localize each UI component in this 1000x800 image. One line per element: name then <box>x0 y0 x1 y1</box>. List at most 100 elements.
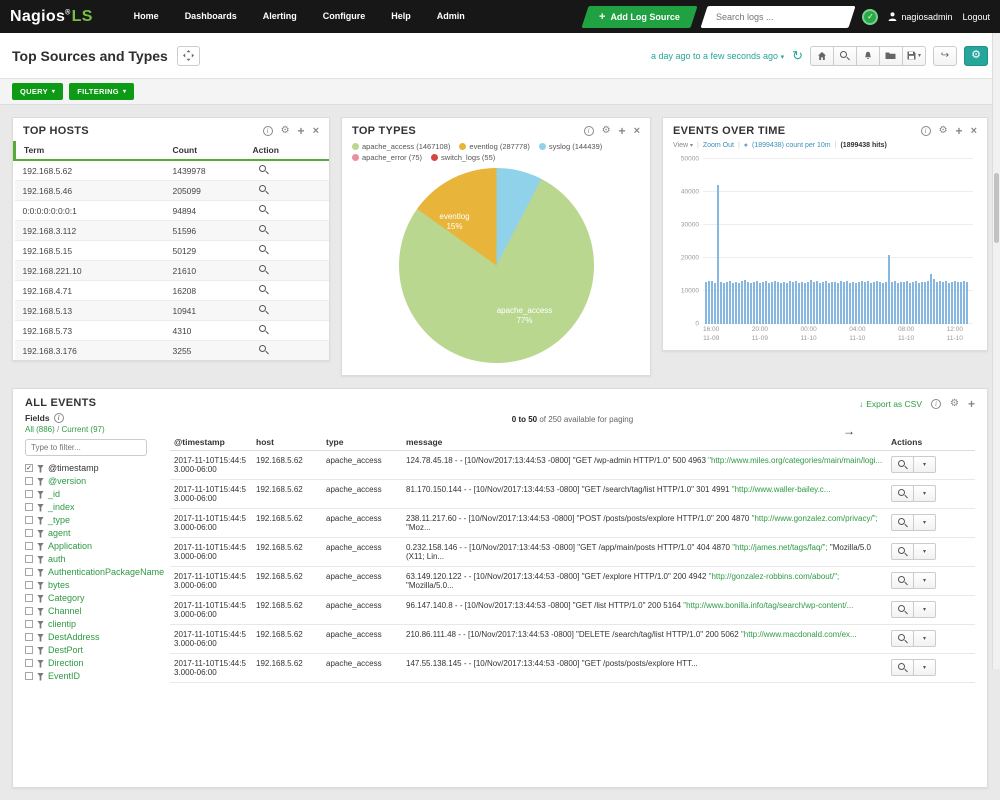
field-item[interactable]: _index <box>25 502 170 514</box>
row-search-button[interactable] <box>891 485 914 502</box>
row-search-button[interactable] <box>891 659 914 676</box>
field-item[interactable]: bytes <box>25 580 170 592</box>
column-header[interactable]: Term <box>15 141 165 160</box>
search-logs-input[interactable] <box>714 11 834 23</box>
field-checkbox[interactable] <box>25 529 33 537</box>
field-checkbox[interactable] <box>25 568 33 576</box>
row-search-button[interactable] <box>891 572 914 589</box>
field-checkbox[interactable] <box>25 555 33 563</box>
filter-funnel-icon[interactable] <box>37 530 44 538</box>
field-item[interactable]: EventID <box>25 671 170 683</box>
info-icon[interactable]: i <box>263 126 273 136</box>
gear-icon[interactable]: ⚙ <box>950 399 959 409</box>
column-header[interactable]: type <box>322 434 402 451</box>
add-panel-icon[interactable]: + <box>619 125 626 137</box>
filter-funnel-icon[interactable] <box>37 621 44 629</box>
fields-info-icon[interactable]: i <box>54 413 64 423</box>
all-fields-link[interactable]: All (886) <box>25 425 55 434</box>
filter-funnel-icon[interactable] <box>37 673 44 681</box>
filter-funnel-icon[interactable] <box>37 465 44 473</box>
filter-funnel-icon[interactable] <box>37 556 44 564</box>
field-item[interactable]: Channel <box>25 606 170 618</box>
search-term-icon[interactable] <box>259 345 269 355</box>
search-term-icon[interactable] <box>259 185 269 195</box>
save-dashboard-button[interactable]: ▾ <box>902 46 926 66</box>
add-log-source-button[interactable]: +Add Log Source <box>582 6 698 28</box>
legend-item[interactable]: syslog (144439) <box>539 142 602 151</box>
field-item[interactable]: _id <box>25 489 170 501</box>
time-chart-plot[interactable]: 01000020000300004000050000 <box>703 159 973 324</box>
message-link[interactable]: "http://www.waller-bailey.c... <box>732 485 831 494</box>
filter-funnel-icon[interactable] <box>37 491 44 499</box>
field-checkbox[interactable] <box>25 581 33 589</box>
column-header[interactable]: Count <box>165 141 245 160</box>
message-link[interactable]: "http://www.gonzalez.com/privacy/"; <box>752 514 878 523</box>
nagios-logo[interactable]: Nagios®LS <box>10 8 93 26</box>
field-item[interactable]: Application <box>25 541 170 553</box>
add-panel-icon[interactable]: + <box>968 398 975 410</box>
message-link[interactable]: "http://www.macdonald.com/ex... <box>741 630 857 639</box>
search-term-icon[interactable] <box>259 285 269 295</box>
field-item[interactable]: ✓@timestamp <box>25 463 170 475</box>
field-checkbox[interactable]: ✓ <box>25 464 33 472</box>
filtering-button[interactable]: FILTERING ▾ <box>69 83 134 100</box>
field-checkbox[interactable] <box>25 659 33 667</box>
add-panel-icon[interactable]: + <box>298 125 305 137</box>
column-header[interactable]: @timestamp <box>170 434 252 451</box>
field-checkbox[interactable] <box>25 594 33 602</box>
gear-icon[interactable]: ⚙ <box>602 126 611 136</box>
filter-funnel-icon[interactable] <box>37 517 44 525</box>
next-page-button[interactable]: → <box>843 425 855 437</box>
filter-funnel-icon[interactable] <box>37 634 44 642</box>
field-item[interactable]: DestPort <box>25 645 170 657</box>
nav-item-admin[interactable]: Admin <box>424 0 478 33</box>
field-item[interactable]: Category <box>25 593 170 605</box>
message-link[interactable]: "http://www.miles.org/categories/main/ma… <box>708 456 882 465</box>
field-checkbox[interactable] <box>25 646 33 654</box>
search-term-icon[interactable] <box>259 265 269 275</box>
info-icon[interactable]: i <box>584 126 594 136</box>
row-menu-button[interactable]: ▾ <box>913 659 936 676</box>
gear-icon[interactable]: ⚙ <box>281 126 290 136</box>
close-panel-icon[interactable]: × <box>971 126 977 137</box>
field-checkbox[interactable] <box>25 503 33 511</box>
scrollbar-thumb[interactable] <box>994 173 999 243</box>
gear-icon[interactable]: ⚙ <box>939 126 948 136</box>
export-csv-button[interactable]: ↓ Export as CSV <box>859 399 922 409</box>
nav-item-configure[interactable]: Configure <box>310 0 379 33</box>
logout-button[interactable]: Logout <box>962 12 990 22</box>
field-checkbox[interactable] <box>25 477 33 485</box>
nav-item-alerting[interactable]: Alerting <box>250 0 310 33</box>
search-term-icon[interactable] <box>259 245 269 255</box>
legend-item[interactable]: apache_access (1467108) <box>352 142 450 151</box>
filter-funnel-icon[interactable] <box>37 504 44 512</box>
row-menu-button[interactable]: ▾ <box>913 514 936 531</box>
legend-item[interactable]: switch_logs (55) <box>431 153 495 162</box>
page-scrollbar[interactable] <box>992 33 1000 669</box>
legend-item[interactable]: eventlog (287778) <box>459 142 529 151</box>
field-checkbox[interactable] <box>25 516 33 524</box>
timespan-selector[interactable]: a day ago to a few seconds ago ▾ <box>651 51 784 61</box>
field-item[interactable]: agent <box>25 528 170 540</box>
column-header[interactable]: Action <box>245 141 330 160</box>
message-link[interactable]: "http://gonzalez-robbins.com/about/"; <box>709 572 840 581</box>
legend-item[interactable]: apache_error (75) <box>352 153 422 162</box>
zoom-out-button[interactable]: Zoom Out <box>703 142 734 149</box>
info-icon[interactable]: i <box>921 126 931 136</box>
current-fields-link[interactable]: Current (97) <box>62 425 105 434</box>
filter-funnel-icon[interactable] <box>37 660 44 668</box>
row-search-button[interactable] <box>891 514 914 531</box>
search-term-icon[interactable] <box>259 165 269 175</box>
row-menu-button[interactable]: ▾ <box>913 485 936 502</box>
search-dashboards-button[interactable] <box>833 46 857 66</box>
row-menu-button[interactable]: ▾ <box>913 456 936 473</box>
row-search-button[interactable] <box>891 601 914 618</box>
search-term-icon[interactable] <box>259 325 269 335</box>
column-header[interactable]: message <box>402 434 887 451</box>
alerts-button[interactable] <box>856 46 880 66</box>
health-status-icon[interactable]: ✓ <box>862 9 878 25</box>
filter-funnel-icon[interactable] <box>37 647 44 655</box>
field-item[interactable]: AuthenticationPackageName <box>25 567 170 579</box>
field-item[interactable]: @version <box>25 476 170 488</box>
filter-funnel-icon[interactable] <box>37 478 44 486</box>
